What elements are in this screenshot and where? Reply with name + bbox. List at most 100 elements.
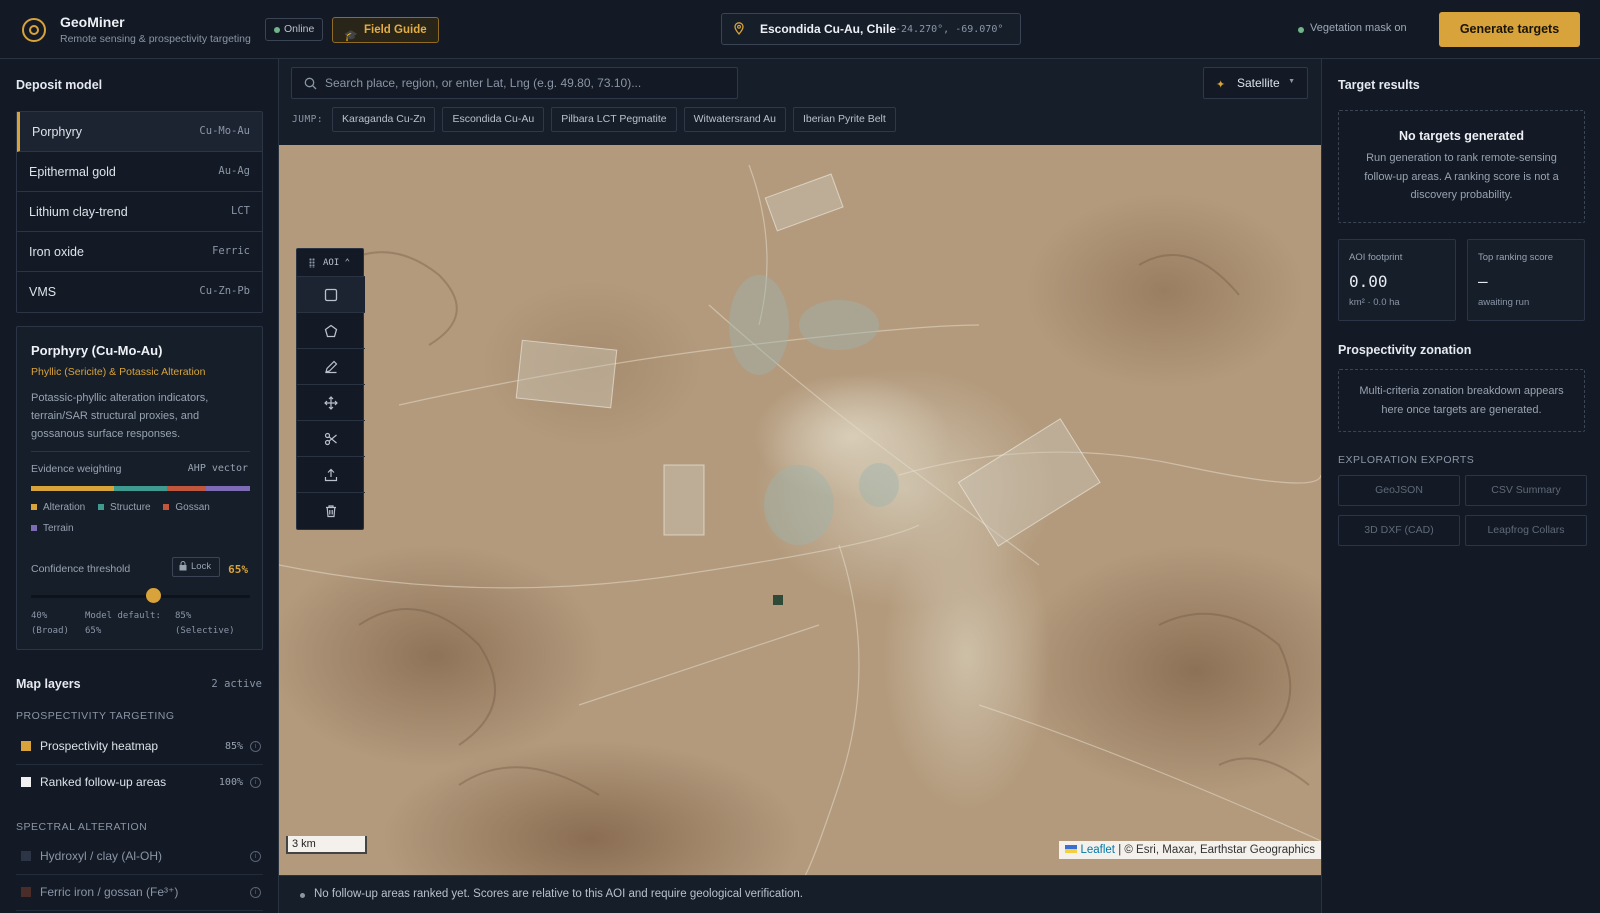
info-icon[interactable]: i — [250, 741, 261, 752]
aoi-footprint-label: AOI footprint — [1349, 252, 1403, 263]
export-csv-button[interactable]: CSV Summary — [1465, 475, 1587, 506]
draw-freehand-button[interactable] — [297, 349, 365, 385]
model-item-lithium-clay[interactable]: Lithium clay-trend LCT — [17, 192, 262, 232]
model-code: Ferric — [212, 245, 250, 257]
legend-item-structure: Structure — [98, 497, 151, 518]
layer-row-ranked-followup[interactable]: Ranked follow-up areas 100% i — [16, 765, 263, 801]
leaflet-link[interactable]: Leaflet — [1080, 844, 1115, 856]
layer-group-prospectivity: PROSPECTIVITY TARGETING — [16, 710, 175, 722]
layer-name: Ferric iron / gossan (Fe³⁺) — [40, 885, 179, 899]
evidence-weighting-label: Evidence weighting — [31, 463, 122, 475]
top-ranking-card: Top ranking score — awaiting run — [1467, 239, 1585, 321]
confidence-threshold-label: Confidence threshold — [31, 563, 131, 575]
graduation-cap-icon: 🎓 — [344, 30, 358, 42]
layer-row-ferric-iron[interactable]: Ferric iron / gossan (Fe³⁺) i — [16, 875, 263, 911]
model-item-porphyry[interactable]: Porphyry Cu-Mo-Au — [17, 112, 262, 152]
search-input[interactable] — [325, 73, 725, 93]
export-geojson-button[interactable]: GeoJSON — [1338, 475, 1460, 506]
evidence-method: AHP vector — [187, 463, 248, 474]
lock-button[interactable]: Lock — [172, 557, 220, 577]
map-panel: ✦ Satellite ▼ JUMP: Karaganda Cu-Zn Esco… — [279, 59, 1321, 913]
jump-chip-witwatersrand[interactable]: Witwatersrand Au — [683, 107, 786, 132]
cut-button[interactable] — [297, 421, 365, 457]
map-pin-icon — [734, 22, 744, 35]
satellite-map[interactable]: AOI ⌃ 3 km Leaflet | © Esri, Maxar, Eart… — [279, 145, 1321, 875]
layer-name: Prospectivity heatmap — [40, 739, 159, 753]
model-detail-card: Porphyry (Cu-Mo-Au) Phyllic (Sericite) &… — [16, 326, 263, 650]
slider-max-value: 85% — [175, 611, 192, 621]
upload-button[interactable] — [297, 457, 365, 493]
deposit-model-list: Porphyry Cu-Mo-Au Epithermal gold Au-Ag … — [16, 111, 263, 313]
map-search[interactable] — [291, 67, 738, 99]
layer-swatch — [21, 887, 31, 897]
jump-chip-escondida[interactable]: Escondida Cu-Au — [442, 107, 545, 132]
drag-handle-icon[interactable] — [309, 258, 315, 268]
zonation-description: Multi-criteria zonation breakdown appear… — [1359, 385, 1564, 416]
jump-chips: Karaganda Cu-Zn Escondida Cu-Au Pilbara … — [332, 107, 896, 132]
model-item-epithermal-gold[interactable]: Epithermal gold Au-Ag — [17, 152, 262, 192]
slider-default-text: Model default: — [85, 611, 161, 621]
model-code: Au-Ag — [218, 165, 250, 177]
layer-swatch — [21, 741, 31, 751]
generate-targets-button[interactable]: Generate targets — [1439, 12, 1580, 47]
aoi-label-text: AOI — [323, 258, 340, 268]
weight-segment-structure — [114, 486, 167, 491]
search-icon — [304, 77, 317, 90]
export-leapfrog-button[interactable]: Leapfrog Collars — [1465, 515, 1587, 546]
confidence-slider[interactable] — [31, 588, 250, 603]
layer-row-hydroxyl-clay[interactable]: Hydroxyl / clay (Al-OH) i — [16, 839, 263, 875]
slider-default-label: Model default: 65% — [85, 609, 161, 639]
model-item-iron-oxide[interactable]: Iron oxide Ferric — [17, 232, 262, 272]
draw-rectangle-button[interactable] — [297, 277, 365, 313]
basemap-select[interactable]: ✦ Satellite ▼ — [1203, 67, 1308, 99]
app-title: GeoMiner — [60, 14, 125, 30]
layer-row-prospectivity-heatmap[interactable]: Prospectivity heatmap 85% i — [16, 729, 263, 765]
aoi-toolbar-header[interactable]: AOI ⌃ — [297, 249, 365, 277]
vegetation-mask-label: Vegetation mask on — [1310, 22, 1407, 34]
top-ranking-label: Top ranking score — [1478, 252, 1553, 263]
slider-min-value: 40% — [31, 611, 48, 621]
delete-button[interactable] — [297, 493, 365, 529]
scissors-icon — [324, 432, 337, 446]
info-icon[interactable]: i — [250, 887, 261, 898]
confidence-value: 65% — [228, 563, 248, 576]
info-icon[interactable]: i — [250, 777, 261, 788]
attribution-text: | © Esri, Maxar, Earthstar Geographics — [1118, 844, 1315, 856]
model-item-vms[interactable]: VMS Cu-Zn-Pb — [17, 272, 262, 312]
map-layers-title: Map layers — [16, 677, 81, 691]
model-code: Cu-Mo-Au — [199, 125, 250, 137]
target-results-title: Target results — [1338, 78, 1420, 92]
info-icon[interactable]: i — [250, 851, 261, 862]
confidence-slider-handle[interactable] — [145, 588, 161, 603]
layer-swatch — [21, 777, 31, 787]
field-guide-button[interactable]: 🎓 Field Guide — [332, 17, 439, 43]
move-button[interactable] — [297, 385, 365, 421]
vegetation-dot-icon — [1298, 27, 1304, 33]
location-name: Escondida Cu-Au, Chile — [760, 22, 897, 36]
model-label: Porphyry — [32, 125, 83, 139]
terrain-texture — [279, 164, 1321, 875]
map-layers-count: 2 active — [211, 678, 262, 690]
trash-icon — [326, 505, 336, 518]
map-attribution: Leaflet | © Esri, Maxar, Earthstar Geogr… — [1059, 841, 1321, 859]
location-display[interactable]: Escondida Cu-Au, Chile -24.270°, -69.070… — [721, 13, 1021, 45]
legend-swatch — [31, 504, 37, 510]
legend-item-gossan: Gossan — [163, 497, 210, 518]
jump-label: JUMP: — [292, 114, 324, 125]
draw-polygon-button[interactable] — [297, 313, 365, 349]
weight-segment-gossan — [166, 486, 207, 491]
export-dxf-button[interactable]: 3D DXF (CAD) — [1338, 515, 1460, 546]
aoi-footprint-units: km² · 0.0 ha — [1349, 297, 1400, 308]
slider-max-label: 85% (Selective) — [175, 609, 235, 639]
model-card-subtitle: Phyllic (Sericite) & Potassic Alteration — [31, 366, 206, 378]
vegetation-mask-status[interactable]: Vegetation mask on — [1298, 22, 1407, 34]
legend-label: Structure — [110, 502, 151, 513]
jump-chip-pilbara[interactable]: Pilbara LCT Pegmatite — [551, 107, 677, 132]
jump-chip-iberian[interactable]: Iberian Pyrite Belt — [792, 107, 896, 132]
jump-chip-karaganda[interactable]: Karaganda Cu-Zn — [332, 107, 436, 132]
exports-title: EXPLORATION EXPORTS — [1338, 454, 1475, 466]
field-guide-label: Field Guide — [364, 24, 427, 36]
model-code: LCT — [231, 205, 250, 217]
layer-opacity: 100% — [218, 777, 243, 788]
left-sidebar: Deposit model Porphyry Cu-Mo-Au Epitherm… — [0, 59, 279, 913]
